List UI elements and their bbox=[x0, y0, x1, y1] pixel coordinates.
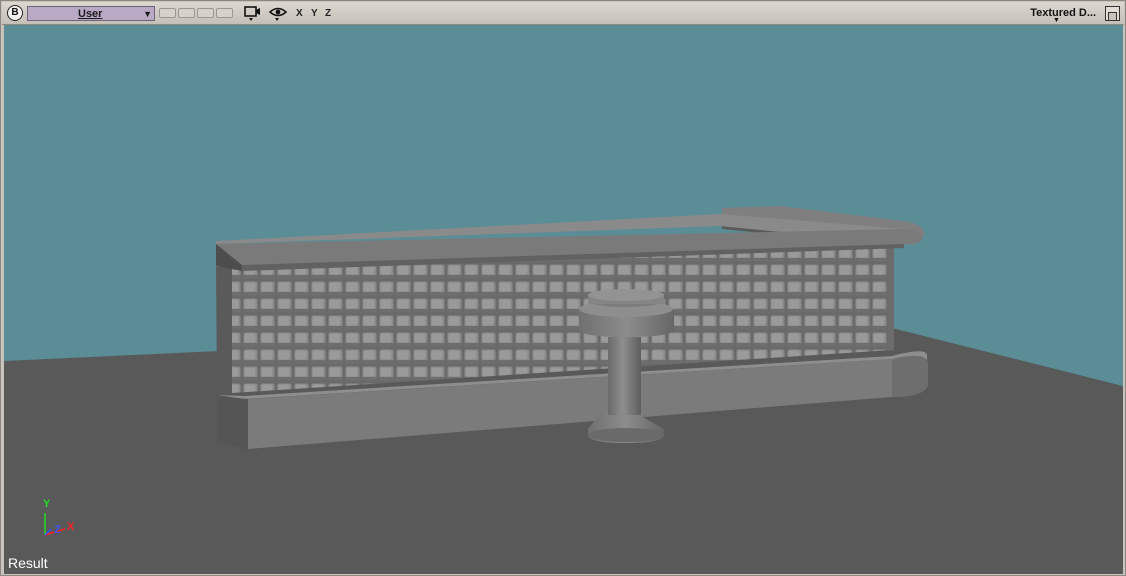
3d-viewport[interactable]: Y Z X Result bbox=[4, 25, 1123, 574]
stool-post bbox=[608, 337, 641, 415]
panel-inner-box bbox=[1108, 12, 1117, 21]
viewport-toolbar: B User ▼ X Y Z Textured D... ▼ bbox=[2, 2, 1124, 25]
result-label: Result bbox=[8, 555, 48, 571]
axis-gizmo-y-label: Y bbox=[43, 498, 51, 510]
camera-icon[interactable] bbox=[243, 5, 263, 23]
base-plinth-right-curve bbox=[892, 355, 928, 397]
chevron-down-icon: ▼ bbox=[143, 9, 152, 19]
counter-wall-right-bevel bbox=[888, 239, 894, 351]
bookmark-slot-3[interactable] bbox=[197, 8, 214, 18]
single-panel-icon[interactable] bbox=[1105, 6, 1120, 21]
scene-render bbox=[4, 206, 1123, 574]
camera-select[interactable]: User ▼ bbox=[27, 6, 155, 21]
axis-x-button[interactable]: X bbox=[296, 8, 303, 26]
axis-gizmo-x-label: X bbox=[67, 521, 75, 533]
viewport-window: B User ▼ X Y Z Textured D... ▼ Y Z X Res… bbox=[0, 0, 1126, 576]
axis-gizmo-z-label: Z bbox=[54, 524, 61, 536]
eye-icon[interactable] bbox=[268, 5, 288, 23]
bookmark-slot-4[interactable] bbox=[216, 8, 233, 18]
axis-y-button[interactable]: Y bbox=[311, 8, 318, 26]
camera-select-label: User bbox=[78, 8, 103, 20]
axis-z-button[interactable]: Z bbox=[325, 8, 331, 26]
app-badge[interactable]: B bbox=[7, 5, 23, 21]
chevron-down-icon: ▼ bbox=[1053, 17, 1060, 24]
bookmark-slot-1[interactable] bbox=[159, 8, 176, 18]
counter-left-end bbox=[216, 261, 232, 398]
bookmark-slot-2[interactable] bbox=[178, 8, 195, 18]
